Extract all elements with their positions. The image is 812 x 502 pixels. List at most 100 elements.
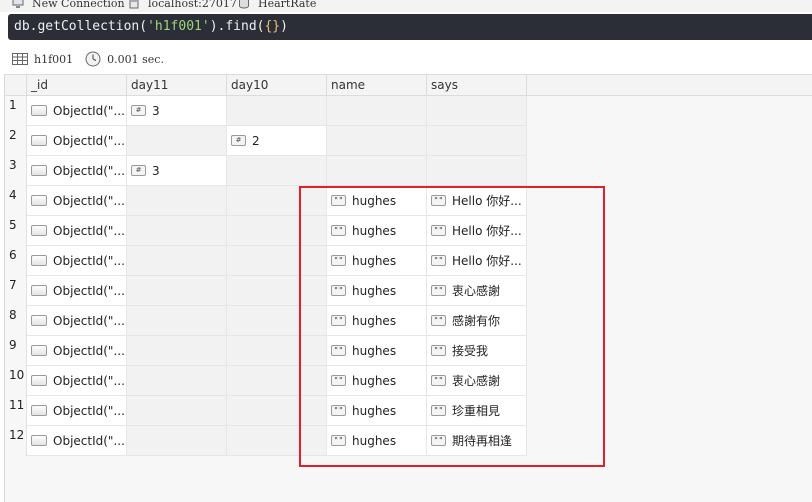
cell-value: hughes [352,223,397,238]
cell-day11[interactable] [127,366,227,396]
cell-day10[interactable]: #2 [227,126,327,156]
cell-name[interactable]: "" hughes [327,426,427,456]
table-row[interactable]: 6 ObjectId("... "" hughes "" Hello 你好... [5,246,812,276]
table-row[interactable]: 1 ObjectId("... #3 [5,96,812,126]
cell-id[interactable]: ObjectId("... [27,396,127,426]
cell-says[interactable] [427,156,527,186]
table-row[interactable]: 12 ObjectId("... "" hughes "" 期待再相逢 [5,426,812,456]
cell-name[interactable]: "" hughes [327,396,427,426]
cell-id[interactable]: ObjectId("... [27,156,127,186]
cell-day11[interactable] [127,276,227,306]
table-row[interactable]: 2 ObjectId("... #2 [5,126,812,156]
column-header-name[interactable]: name [327,75,427,96]
cell-id[interactable]: ObjectId("... [27,276,127,306]
cell-name[interactable] [327,126,427,156]
cell-name[interactable]: "" hughes [327,366,427,396]
cell-day11[interactable] [127,396,227,426]
cell-name[interactable] [327,156,427,186]
cell-day11[interactable] [127,306,227,336]
cell-says[interactable]: "" Hello 你好... [427,246,527,276]
cell-says[interactable] [427,96,527,126]
cell-day10[interactable] [227,186,327,216]
row-number: 5 [5,216,27,246]
string-type-icon: "" [431,195,446,206]
cell-name[interactable]: "" hughes [327,306,427,336]
cell-says[interactable]: "" Hello 你好... [427,216,527,246]
breadcrumb-connection[interactable]: New Connection [12,0,125,10]
cell-value: ObjectId("... [53,403,125,418]
cell-id[interactable]: ObjectId("... [27,246,127,276]
cell-day10[interactable] [227,396,327,426]
cell-day11[interactable] [127,126,227,156]
results-table: _id day11 day10 name says 1 ObjectId("...… [4,74,812,502]
cell-says[interactable]: "" 期待再相逢 [427,426,527,456]
cell-says[interactable]: "" 衷心感謝 [427,366,527,396]
table-row[interactable]: 4 ObjectId("... "" hughes "" Hello 你好... [5,186,812,216]
cell-id[interactable]: ObjectId("... [27,186,127,216]
cell-day10[interactable] [227,306,327,336]
cell-id[interactable]: ObjectId("... [27,336,127,366]
cell-id[interactable]: ObjectId("... [27,306,127,336]
cell-name[interactable] [327,96,427,126]
cell-id[interactable]: ObjectId("... [27,96,127,126]
object-type-icon [31,375,47,386]
object-type-icon [31,315,47,326]
column-header-day11[interactable]: day11 [127,75,227,96]
cell-value: ObjectId("... [53,343,125,358]
breadcrumb-database[interactable]: HeartRate [238,0,316,10]
cell-says[interactable] [427,126,527,156]
table-row[interactable]: 10 ObjectId("... "" hughes "" 衷心感謝 [5,366,812,396]
query-text[interactable]: db.getCollection('h1f001').find({}) [14,19,288,34]
cell-id[interactable]: ObjectId("... [27,126,127,156]
cell-day11[interactable]: #3 [127,96,227,126]
cell-day11[interactable] [127,216,227,246]
server-icon [129,0,139,9]
cell-day10[interactable] [227,246,327,276]
cell-day10[interactable] [227,216,327,246]
cell-id[interactable]: ObjectId("... [27,426,127,456]
cell-id[interactable]: ObjectId("... [27,366,127,396]
string-type-icon: "" [431,225,446,236]
query-editor[interactable]: db.getCollection('h1f001').find({}) [8,14,812,40]
cell-says[interactable]: "" 接受我 [427,336,527,366]
cell-day10[interactable] [227,426,327,456]
cell-name[interactable]: "" hughes [327,336,427,366]
table-row[interactable]: 5 ObjectId("... "" hughes "" Hello 你好... [5,216,812,246]
cell-day10[interactable] [227,336,327,366]
cell-name[interactable]: "" hughes [327,246,427,276]
cell-day11[interactable] [127,336,227,366]
cell-day10[interactable] [227,276,327,306]
row-number: 8 [5,306,27,336]
cell-day10[interactable] [227,366,327,396]
cell-says[interactable]: "" 衷心感謝 [427,276,527,306]
cell-id[interactable]: ObjectId("... [27,216,127,246]
cell-name[interactable]: "" hughes [327,186,427,216]
cell-value: hughes [352,253,397,268]
table-row[interactable]: 7 ObjectId("... "" hughes "" 衷心感謝 [5,276,812,306]
cell-day11[interactable]: #3 [127,156,227,186]
cell-day10[interactable] [227,156,327,186]
cell-day10[interactable] [227,96,327,126]
cell-name[interactable]: "" hughes [327,216,427,246]
cell-day11[interactable] [127,246,227,276]
cell-value: 衷心感謝 [452,374,501,388]
cell-name[interactable]: "" hughes [327,276,427,306]
cell-says[interactable]: "" 珍重相見 [427,396,527,426]
object-type-icon [31,345,47,356]
table-row[interactable]: 11 ObjectId("... "" hughes "" 珍重相見 [5,396,812,426]
table-row[interactable]: 8 ObjectId("... "" hughes "" 感謝有你 [5,306,812,336]
row-number: 6 [5,246,27,276]
column-header-id[interactable]: _id [27,75,127,96]
breadcrumb-server-label: localhost:27017 [148,0,237,10]
result-time-label: 0.001 sec. [107,52,164,66]
breadcrumb-database-label: HeartRate [258,0,317,10]
table-row[interactable]: 9 ObjectId("... "" hughes "" 接受我 [5,336,812,366]
breadcrumb-server[interactable]: localhost:27017 [128,0,237,10]
column-header-day10[interactable]: day10 [227,75,327,96]
cell-day11[interactable] [127,186,227,216]
column-header-says[interactable]: says [427,75,527,96]
cell-says[interactable]: "" 感謝有你 [427,306,527,336]
cell-says[interactable]: "" Hello 你好... [427,186,527,216]
cell-day11[interactable] [127,426,227,456]
table-row[interactable]: 3 ObjectId("... #3 [5,156,812,186]
